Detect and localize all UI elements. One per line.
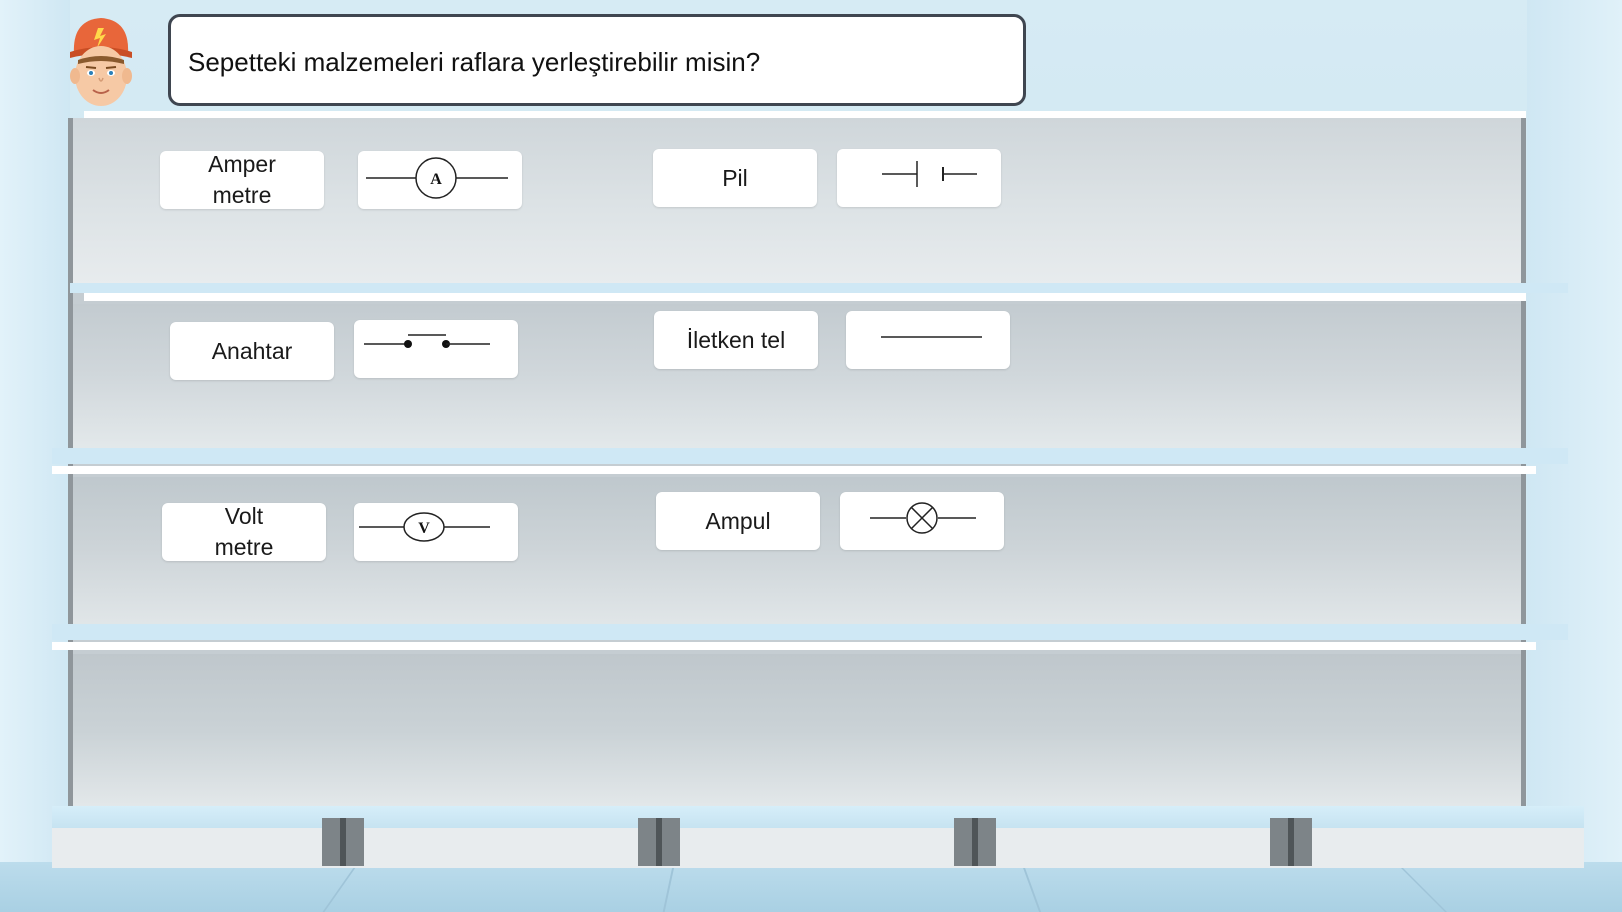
shelf-board-3 — [52, 624, 1568, 640]
card-label: Pil — [722, 164, 748, 191]
symbol-card-ammeter[interactable]: A — [358, 151, 522, 209]
switch-symbol-icon — [364, 334, 490, 348]
shelf-row-4[interactable] — [73, 654, 1521, 808]
label-card-battery[interactable]: Pil — [653, 149, 817, 207]
shelf-board-edge-3 — [52, 642, 1536, 650]
label-card-wire[interactable]: İletken tel — [654, 311, 818, 369]
symbol-card-battery[interactable] — [837, 149, 1001, 207]
card-label: Volt metre — [214, 503, 274, 560]
shelf-leg — [954, 818, 996, 866]
instruction-text: Sepetteki malzemeleri raflara yerleştire… — [188, 47, 761, 77]
shelf-base-top — [52, 806, 1584, 828]
symbol-card-voltmeter[interactable]: V — [354, 503, 518, 561]
shelf-leg — [322, 818, 364, 866]
shelf-board-edge-2 — [52, 466, 1536, 474]
label-card-voltmeter[interactable]: Volt metre — [162, 503, 326, 561]
battery-symbol-icon — [882, 161, 977, 187]
shelf-board-1 — [70, 283, 1568, 293]
label-card-switch[interactable]: Anahtar — [170, 322, 334, 380]
floor — [0, 862, 1622, 912]
symbol-card-switch[interactable] — [354, 320, 518, 378]
card-label: Amper metre — [208, 151, 276, 208]
instruction-bubble: Sepetteki malzemeleri raflara yerleştire… — [168, 14, 1026, 106]
shelf-leg — [1270, 818, 1312, 866]
lamp-symbol-icon — [870, 502, 976, 534]
card-label: Ampul — [705, 507, 771, 534]
wire-symbol-icon — [881, 336, 982, 338]
electrician-avatar-icon — [70, 18, 132, 106]
shelf-board-edge-1 — [84, 293, 1526, 301]
symbol-card-lamp[interactable] — [840, 492, 1004, 550]
card-label: İletken tel — [686, 326, 786, 353]
label-card-lamp[interactable]: Ampul — [656, 492, 820, 550]
symbol-card-wire[interactable] — [846, 311, 1010, 369]
ammeter-letter: A — [430, 171, 442, 188]
card-label: Anahtar — [211, 337, 293, 364]
voltmeter-letter: V — [418, 520, 430, 537]
ammeter-symbol-icon: A — [366, 157, 508, 199]
voltmeter-symbol-icon: V — [359, 512, 490, 542]
label-card-ammeter[interactable]: Amper metre — [160, 151, 324, 209]
shelf-leg — [638, 818, 680, 866]
shelf-board-2 — [52, 448, 1568, 464]
